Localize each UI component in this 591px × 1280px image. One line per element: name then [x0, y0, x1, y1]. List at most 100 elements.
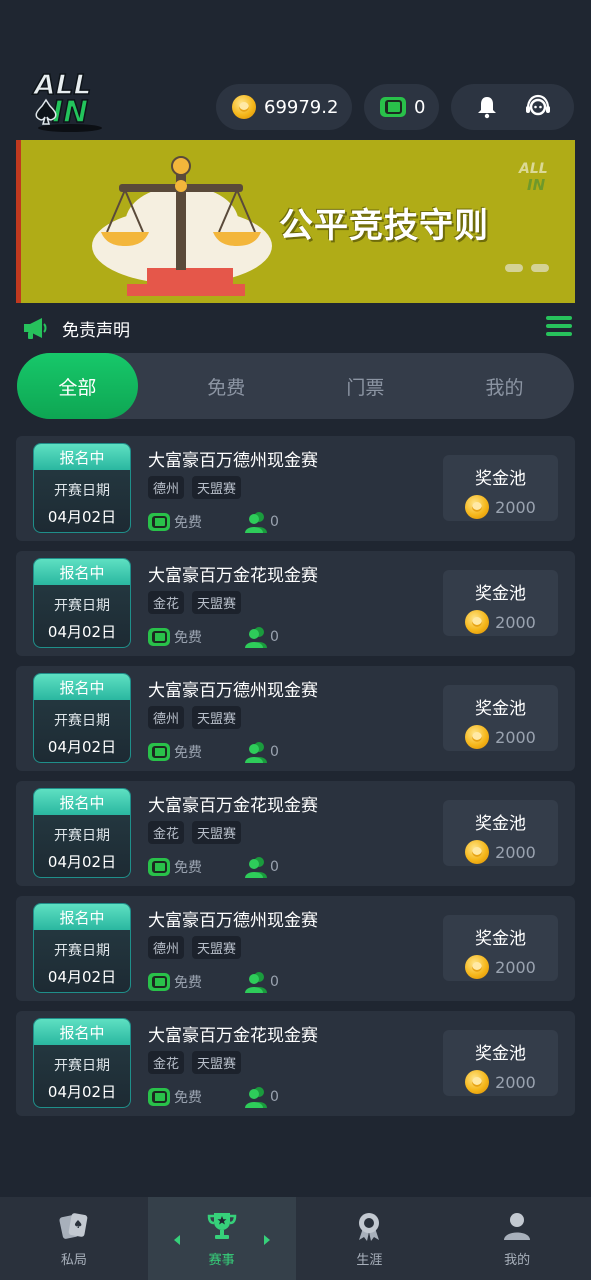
- prize-value: 2000: [443, 725, 558, 749]
- start-date: 04月02日: [47, 968, 117, 986]
- coin-amount: 69979.2: [264, 96, 339, 118]
- prize-label: 奖金池: [475, 584, 526, 604]
- ticket-icon: [148, 1088, 170, 1106]
- start-date: 04月02日: [47, 508, 117, 526]
- players-icon: [245, 512, 267, 533]
- tournament-title: 大富豪百万德州现金赛: [148, 681, 318, 701]
- game-tag: 金花: [148, 821, 185, 844]
- bell-icon[interactable]: [473, 93, 501, 121]
- game-tag: 德州: [148, 476, 185, 499]
- tournament-title: 大富豪百万金花现金赛: [148, 796, 318, 816]
- customer-service-icon[interactable]: [524, 93, 552, 121]
- players: 0: [244, 511, 279, 533]
- tournament-meta: 免费 0: [148, 626, 279, 648]
- promo-banner[interactable]: 公平竞技守则 ALL IN: [16, 140, 575, 303]
- game-tag: 德州: [148, 936, 185, 959]
- tournament-title: 大富豪百万德州现金赛: [148, 451, 318, 471]
- carousel-dot[interactable]: [505, 264, 523, 272]
- nav-label: 私局: [60, 1253, 87, 1268]
- prize-pool: 奖金池 2000: [443, 915, 558, 981]
- registration-status-box: 报名中 开赛日期 04月02日: [33, 1018, 131, 1108]
- user-icon: [500, 1209, 534, 1243]
- tag-list: 金花 天盟赛: [148, 591, 242, 614]
- tab-free[interactable]: 免费: [157, 353, 296, 419]
- notice-bar[interactable]: 免责声明: [22, 312, 572, 344]
- prize-label: 奖金池: [475, 699, 526, 719]
- tab-ticket[interactable]: 门票: [296, 353, 435, 419]
- prize-amount: 2000: [495, 957, 536, 977]
- prize-label: 奖金池: [475, 1044, 526, 1064]
- prize-value: 2000: [443, 610, 558, 634]
- players-icon: [245, 1087, 267, 1108]
- start-date: 04月02日: [47, 738, 117, 756]
- players: 0: [244, 856, 279, 878]
- game-tag: 德州: [148, 706, 185, 729]
- megaphone-icon: [24, 318, 47, 339]
- carousel-dot[interactable]: [531, 264, 549, 272]
- tag-list: 德州 天盟赛: [148, 476, 242, 499]
- coin-icon: [232, 95, 256, 119]
- players: 0: [244, 971, 279, 993]
- svg-text:ALL: ALL: [518, 161, 548, 177]
- coin-icon: [465, 495, 490, 519]
- menu-icon[interactable]: [546, 316, 572, 338]
- tournament-card[interactable]: 报名中 开赛日期 04月02日 大富豪百万金花现金赛 金花 天盟赛 免费 0 奖…: [16, 551, 575, 656]
- start-date-label: 开赛日期: [54, 483, 110, 499]
- tournament-card[interactable]: 报名中 开赛日期 04月02日 大富豪百万金花现金赛 金花 天盟赛 免费 0 奖…: [16, 1011, 575, 1116]
- tournament-card[interactable]: 报名中 开赛日期 04月02日 大富豪百万金花现金赛 金花 天盟赛 免费 0 奖…: [16, 781, 575, 886]
- prize-label: 奖金池: [475, 469, 526, 489]
- player-count: 0: [270, 629, 279, 645]
- cards-icon: [57, 1209, 91, 1243]
- notice-text: 免责声明: [62, 320, 130, 341]
- ticket-amount: 0: [414, 96, 426, 118]
- nav-tournament[interactable]: 赛事: [147, 1197, 296, 1280]
- tournament-meta: 免费 0: [148, 741, 279, 763]
- ticket-balance[interactable]: 0: [364, 84, 439, 130]
- nav-label: 赛事: [208, 1253, 235, 1268]
- tag-list: 德州 天盟赛: [148, 936, 242, 959]
- coin-balance[interactable]: 69979.2: [216, 84, 352, 130]
- entry-fee: 免费: [174, 860, 202, 876]
- prize-value: 2000: [443, 495, 558, 519]
- entry-fee: 免费: [174, 515, 202, 531]
- start-date: 04月02日: [47, 1083, 117, 1101]
- ticket-icon: [148, 858, 170, 876]
- prize-amount: 2000: [495, 612, 536, 632]
- prize-value: 2000: [443, 1070, 558, 1094]
- tournament-card[interactable]: 报名中 开赛日期 04月02日 大富豪百万德州现金赛 德州 天盟赛 免费 0 奖…: [16, 436, 575, 541]
- players: 0: [244, 626, 279, 648]
- status-badge: 报名中: [34, 904, 130, 930]
- status-badge: 报名中: [34, 789, 130, 815]
- tag-list: 德州 天盟赛: [148, 706, 242, 729]
- all-in-logo: ALL IN: [31, 67, 102, 132]
- nav-private-game[interactable]: 私局: [0, 1197, 148, 1280]
- nav-profile[interactable]: 我的: [443, 1197, 591, 1280]
- tab-all[interactable]: 全部: [17, 353, 138, 419]
- start-date-label: 开赛日期: [54, 943, 110, 959]
- status-badge: 报名中: [34, 1019, 130, 1045]
- carousel-indicator[interactable]: [505, 264, 549, 272]
- tournament-card[interactable]: 报名中 开赛日期 04月02日 大富豪百万德州现金赛 德州 天盟赛 免费 0 奖…: [16, 896, 575, 1001]
- start-date: 04月02日: [47, 853, 117, 871]
- status-badge: 报名中: [34, 444, 130, 470]
- coin-icon: [465, 725, 490, 749]
- nav-career[interactable]: 生涯: [296, 1197, 444, 1280]
- players-icon: [245, 627, 267, 648]
- tab-mine[interactable]: 我的: [435, 353, 574, 419]
- player-count: 0: [270, 1089, 279, 1105]
- tournament-list: 报名中 开赛日期 04月02日 大富豪百万德州现金赛 德州 天盟赛 免费 0 奖…: [16, 436, 575, 1126]
- entry-fee: 免费: [174, 975, 202, 991]
- medal-icon: [352, 1209, 386, 1243]
- start-date-label: 开赛日期: [54, 1058, 110, 1074]
- ticket-icon: [148, 628, 170, 646]
- coin-icon: [465, 1070, 490, 1094]
- nav-label: 我的: [504, 1253, 531, 1268]
- tournament-title: 大富豪百万金花现金赛: [148, 1026, 318, 1046]
- league-tag: 天盟赛: [192, 706, 242, 729]
- player-count: 0: [270, 859, 279, 875]
- svg-text:IN: IN: [52, 95, 88, 130]
- tournament-meta: 免费 0: [148, 971, 279, 993]
- tournament-card[interactable]: 报名中 开赛日期 04月02日 大富豪百万德州现金赛 德州 天盟赛 免费 0 奖…: [16, 666, 575, 771]
- top-header: ALL IN 69979.2 0: [0, 0, 591, 140]
- registration-status-box: 报名中 开赛日期 04月02日: [33, 903, 131, 993]
